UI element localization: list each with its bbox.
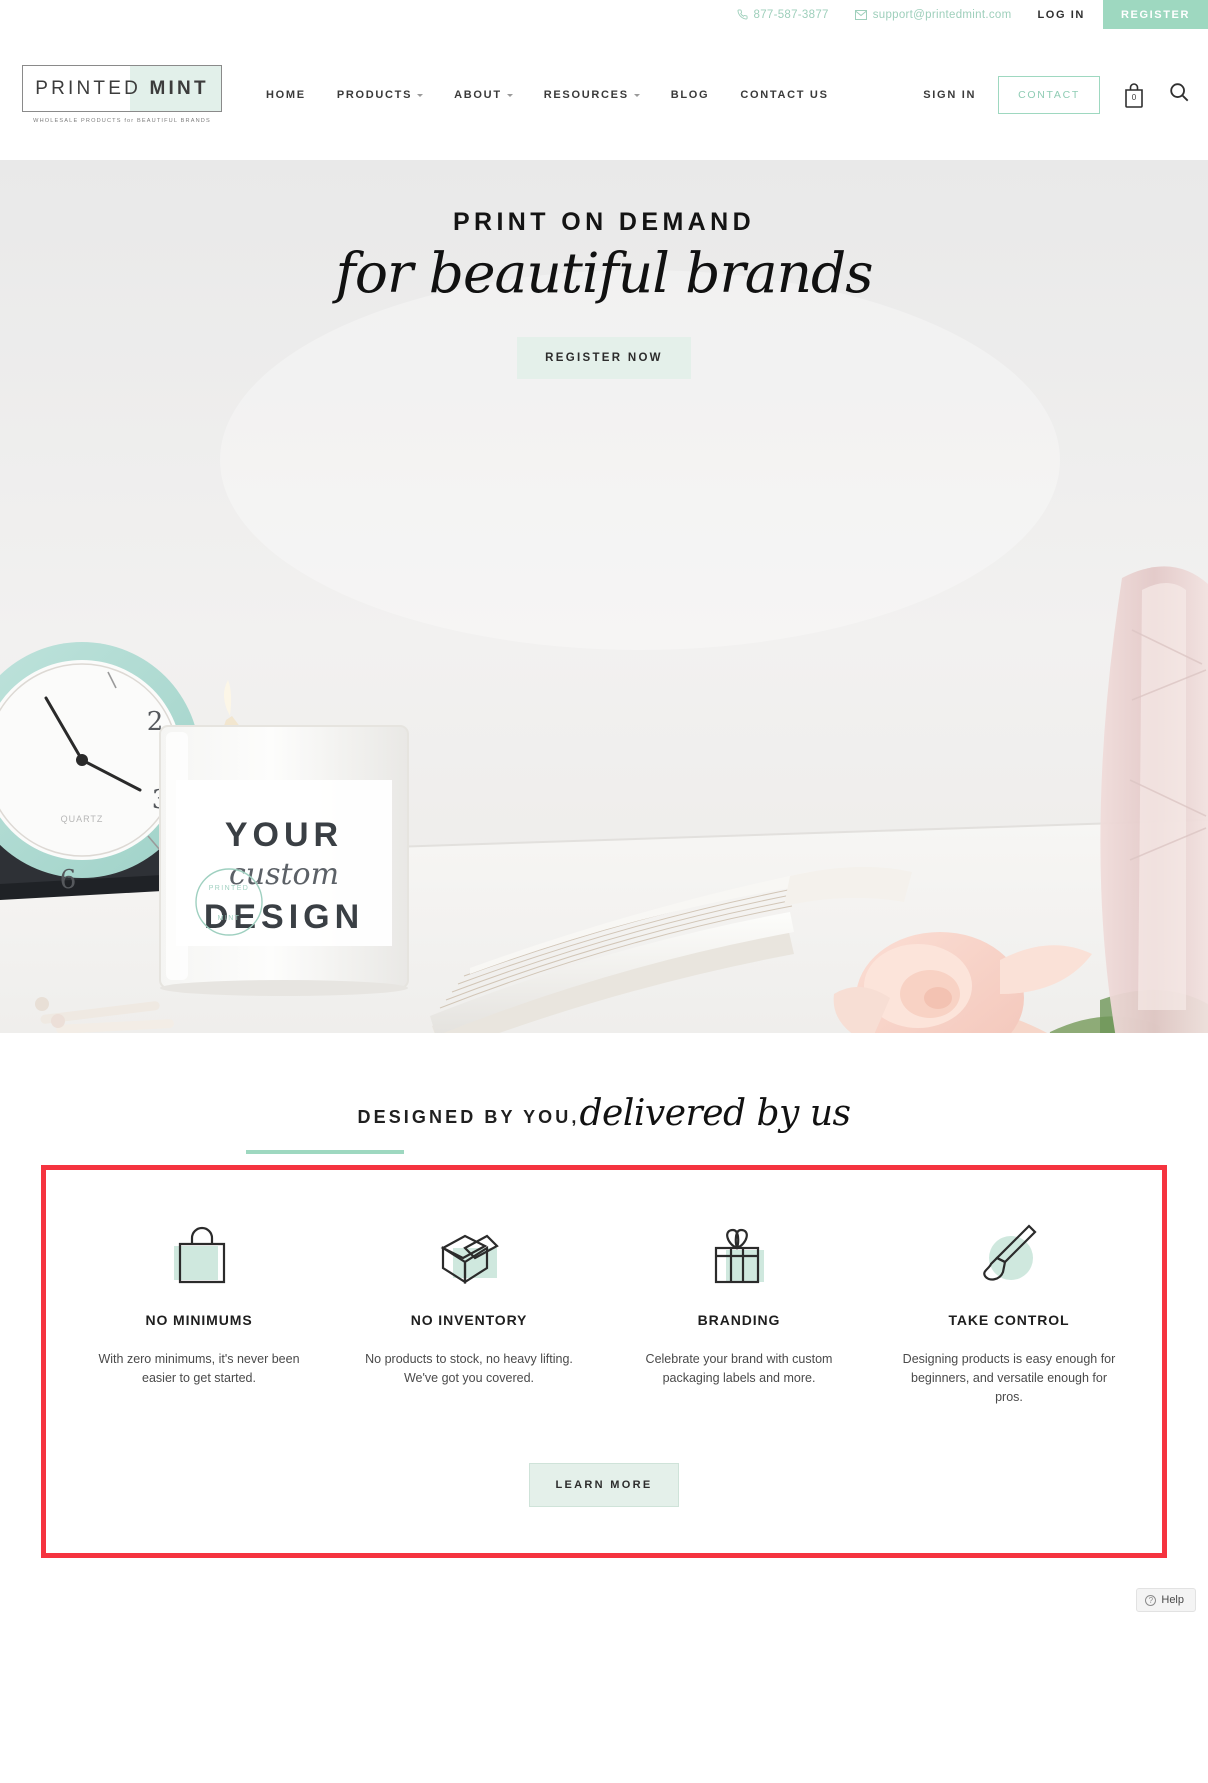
feature-body: No products to stock, no heavy lifting. … (365, 1352, 573, 1385)
nav-label: PRODUCTS (336, 88, 413, 101)
utility-bar: 877-587-3877 support@printedmint.com LOG… (0, 0, 1208, 29)
nav-item-resources[interactable]: RESOURCES (544, 89, 640, 101)
section-title-underline (246, 1150, 404, 1154)
feature-body: Designing products is easy enough for be… (902, 1352, 1116, 1404)
register-button[interactable]: REGISTER (1102, 0, 1208, 29)
nav-item-products[interactable]: PRODUCTS (336, 88, 424, 101)
logo-text: PRINTED MINT (23, 78, 221, 100)
header-actions: SIGN IN CONTACT 0 (923, 75, 1190, 114)
feature-title: NO MINIMUMS (145, 1312, 253, 1328)
feature-card: TAKE CONTROL Designing products is easy … (897, 1214, 1122, 1407)
learn-more-button[interactable]: LEARN MORE (528, 1463, 680, 1507)
hero-section: 2 3 6 QUARTZ YOUR custom DESIGN PRINTED … (0, 160, 1208, 1033)
hero-script-headline: for beautiful brands (335, 241, 874, 305)
nav-label: RESOURCES (543, 88, 629, 101)
search-button[interactable] (1168, 81, 1190, 108)
main-nav: HOME PRODUCTS ABOUT RESOURCES BLOG CONTA… (266, 89, 923, 101)
section-title: DESIGNED BY YOU,delivered by us (0, 1093, 1208, 1134)
phone-number: 877-587-3877 (753, 8, 829, 21)
feature-body: With zero minimums, it's never been easi… (98, 1352, 300, 1385)
next-section-peek: ? Help (0, 1558, 1208, 1618)
feature-card: NO MINIMUMS With zero minimums, it's nev… (87, 1214, 312, 1407)
phone-icon (737, 9, 748, 20)
nav-label: CONTACT US (740, 88, 829, 101)
hero-kicker: PRINT ON DEMAND (452, 208, 756, 236)
svg-text:6: 6 (60, 865, 77, 895)
svg-text:YOUR: YOUR (225, 816, 343, 854)
svg-text:MINT: MINT (218, 915, 241, 922)
hero-copy: PRINT ON DEMAND for beautiful brands REG… (0, 208, 1208, 379)
logo-tagline: WHOLESALE PRODUCTS for BEAUTIFUL BRANDS (33, 118, 211, 124)
next-section-text (0, 1558, 1208, 1572)
gift-icon (627, 1214, 852, 1286)
highlight-region: NO MINIMUMS With zero minimums, it's nev… (41, 1165, 1167, 1558)
register-now-button[interactable]: REGISTER NOW (517, 337, 691, 379)
help-label: Help (1161, 1594, 1184, 1606)
chevron-down-icon (417, 94, 424, 97)
envelope-icon (854, 9, 867, 20)
feature-title: TAKE CONTROL (948, 1312, 1070, 1328)
section-title-bold: DESIGNED BY YOU, (357, 1107, 580, 1127)
nav-item-about[interactable]: ABOUT (454, 89, 513, 101)
shopping-bag-icon (87, 1214, 312, 1286)
help-widget[interactable]: ? Help (1136, 1588, 1196, 1612)
nav-item-home[interactable]: HOME (266, 89, 306, 101)
nav-label: BLOG (670, 88, 710, 101)
log-in-link[interactable]: LOG IN (1037, 9, 1085, 21)
svg-text:PRINTED: PRINTED (209, 885, 250, 892)
logo-word-mint: MINT (149, 77, 209, 99)
feature-list: NO MINIMUMS With zero minimums, it's nev… (46, 1214, 1162, 1407)
logo-word-printed: PRINTED (35, 77, 142, 99)
chevron-down-icon (633, 94, 640, 97)
phone-link[interactable]: 877-587-3877 (737, 9, 829, 21)
utility-bar-items: 877-587-3877 support@printedmint.com LOG… (737, 0, 1103, 29)
logo-box: PRINTED MINT (22, 65, 222, 112)
cart-count: 0 (1131, 93, 1137, 102)
chevron-down-icon (506, 94, 513, 97)
learn-more-wrap: LEARN MORE (46, 1463, 1162, 1507)
site-header: PRINTED MINT WHOLESALE PRODUCTS for BEAU… (0, 29, 1208, 160)
feature-body: Celebrate your brand with custom packagi… (645, 1352, 833, 1385)
nav-label: ABOUT (454, 88, 502, 101)
nav-item-blog[interactable]: BLOG (671, 89, 710, 101)
contact-button[interactable]: CONTACT (998, 75, 1100, 114)
section-title-script: delivered by us (579, 1093, 851, 1134)
cart-button[interactable]: 0 (1122, 81, 1146, 108)
svg-text:QUARTZ: QUARTZ (61, 814, 104, 824)
designed-by-you-section: DESIGNED BY YOU,delivered by us NO MINIM… (0, 1033, 1208, 1558)
email-address: support@printedmint.com (872, 8, 1012, 21)
open-box-icon (357, 1214, 582, 1286)
feature-title: BRANDING (697, 1312, 781, 1328)
feature-title: NO INVENTORY (410, 1312, 528, 1328)
logo[interactable]: PRINTED MINT WHOLESALE PRODUCTS for BEAU… (22, 65, 222, 124)
nav-item-contact-us[interactable]: CONTACT US (740, 89, 828, 101)
search-icon (1168, 81, 1190, 108)
feature-card: NO INVENTORY No products to stock, no he… (357, 1214, 582, 1407)
nav-label: HOME (266, 88, 306, 101)
feature-card: BRANDING Celebrate your brand with custo… (627, 1214, 852, 1407)
paintbrush-icon (897, 1214, 1122, 1286)
question-mark-icon: ? (1145, 1594, 1157, 1606)
sign-in-link[interactable]: SIGN IN (923, 89, 976, 101)
email-link[interactable]: support@printedmint.com (854, 8, 1012, 21)
